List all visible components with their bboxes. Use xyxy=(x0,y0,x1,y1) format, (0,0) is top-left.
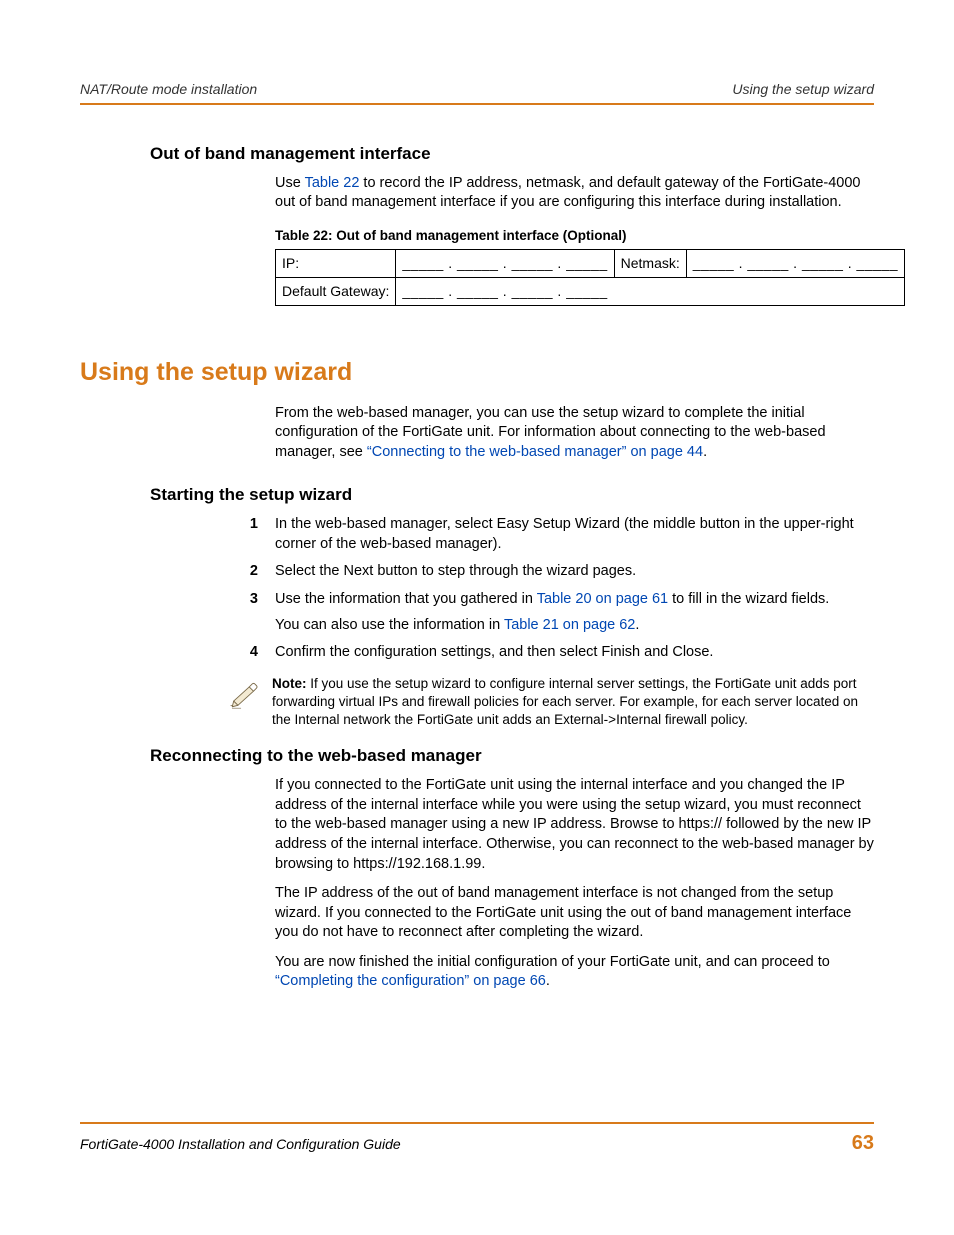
note-icon xyxy=(228,677,262,711)
table-oob-interface: IP: _____ . _____ . _____ . _____ Netmas… xyxy=(275,249,905,306)
step-text: Confirm the configuration settings, and … xyxy=(275,644,713,660)
blank-field: _____ . _____ . _____ . _____ xyxy=(402,255,607,271)
field-netmask: _____ . _____ . _____ . _____ xyxy=(686,250,904,278)
text: . xyxy=(635,617,639,633)
header-left: NAT/Route mode installation xyxy=(80,80,257,99)
step-number: 4 xyxy=(240,643,258,663)
label-gateway: Default Gateway: xyxy=(276,278,396,306)
link-table-20[interactable]: Table 20 on page 61 xyxy=(537,591,668,607)
page-footer: FortiGate-4000 Installation and Configur… xyxy=(80,1122,874,1157)
label-netmask: Netmask: xyxy=(614,250,686,278)
label-ip: IP: xyxy=(276,250,396,278)
text: to fill in the wizard fields. xyxy=(668,591,829,607)
field-ip: _____ . _____ . _____ . _____ xyxy=(396,250,614,278)
list-item: 1 In the web-based manager, select Easy … xyxy=(240,515,874,554)
paragraph: From the web-based manager, you can use … xyxy=(275,404,874,463)
step-number: 1 xyxy=(240,515,258,535)
heading-oob-interface: Out of band management interface xyxy=(150,143,874,166)
paragraph: Use Table 22 to record the IP address, n… xyxy=(275,174,874,213)
list-item: 2 Select the Next button to step through… xyxy=(240,562,874,582)
text: . xyxy=(703,444,707,460)
text: You can also use the information in xyxy=(275,617,504,633)
step-text: In the web-based manager, select Easy Se… xyxy=(275,516,854,552)
running-header: NAT/Route mode installation Using the se… xyxy=(80,80,874,105)
note-label: Note: xyxy=(272,676,307,691)
table-row: Default Gateway: _____ . _____ . _____ .… xyxy=(276,278,905,306)
step-number: 2 xyxy=(240,562,258,582)
heading-using-setup-wizard: Using the setup wizard xyxy=(80,356,874,390)
step-text: Use the information that you gathered in… xyxy=(275,591,829,607)
blank-field: _____ . _____ . _____ . _____ xyxy=(693,255,898,271)
text: . xyxy=(546,973,550,989)
link-connecting-manager[interactable]: “Connecting to the web-based manager” on… xyxy=(367,444,703,460)
footer-title: FortiGate-4000 Installation and Configur… xyxy=(80,1135,401,1154)
header-right: Using the setup wizard xyxy=(732,80,874,99)
field-gateway: _____ . _____ . _____ . _____ xyxy=(396,278,905,306)
text: Use xyxy=(275,175,305,191)
heading-reconnecting: Reconnecting to the web-based manager xyxy=(150,745,874,768)
table-caption: Table 22: Out of band management interfa… xyxy=(275,227,874,245)
link-table-22[interactable]: Table 22 xyxy=(305,175,360,191)
step-text: Select the Next button to step through t… xyxy=(275,563,636,579)
blank-field: _____ . _____ . _____ . _____ xyxy=(402,283,607,299)
paragraph: You are now finished the initial configu… xyxy=(275,953,874,992)
step-number: 3 xyxy=(240,590,258,610)
link-completing-config[interactable]: “Completing the configuration” on page 6… xyxy=(275,973,546,989)
list-item: 4 Confirm the configuration settings, an… xyxy=(240,643,874,663)
heading-starting-wizard: Starting the setup wizard xyxy=(150,484,874,507)
link-table-21[interactable]: Table 21 on page 62 xyxy=(504,617,635,633)
text: Use the information that you gathered in xyxy=(275,591,537,607)
step-text: You can also use the information in Tabl… xyxy=(275,617,639,633)
page-number: 63 xyxy=(852,1130,874,1157)
text: to record the IP address, netmask, and d… xyxy=(275,175,860,211)
step-list: 1 In the web-based manager, select Easy … xyxy=(240,515,874,662)
note-text: Note: If you use the setup wizard to con… xyxy=(272,675,874,730)
table-row: IP: _____ . _____ . _____ . _____ Netmas… xyxy=(276,250,905,278)
paragraph: The IP address of the out of band manage… xyxy=(275,884,874,943)
note-block: Note: If you use the setup wizard to con… xyxy=(228,675,874,730)
text: If you use the setup wizard to configure… xyxy=(272,676,858,727)
paragraph: If you connected to the FortiGate unit u… xyxy=(275,776,874,874)
list-item: 3 Use the information that you gathered … xyxy=(240,590,874,635)
text: You are now finished the initial configu… xyxy=(275,954,830,970)
